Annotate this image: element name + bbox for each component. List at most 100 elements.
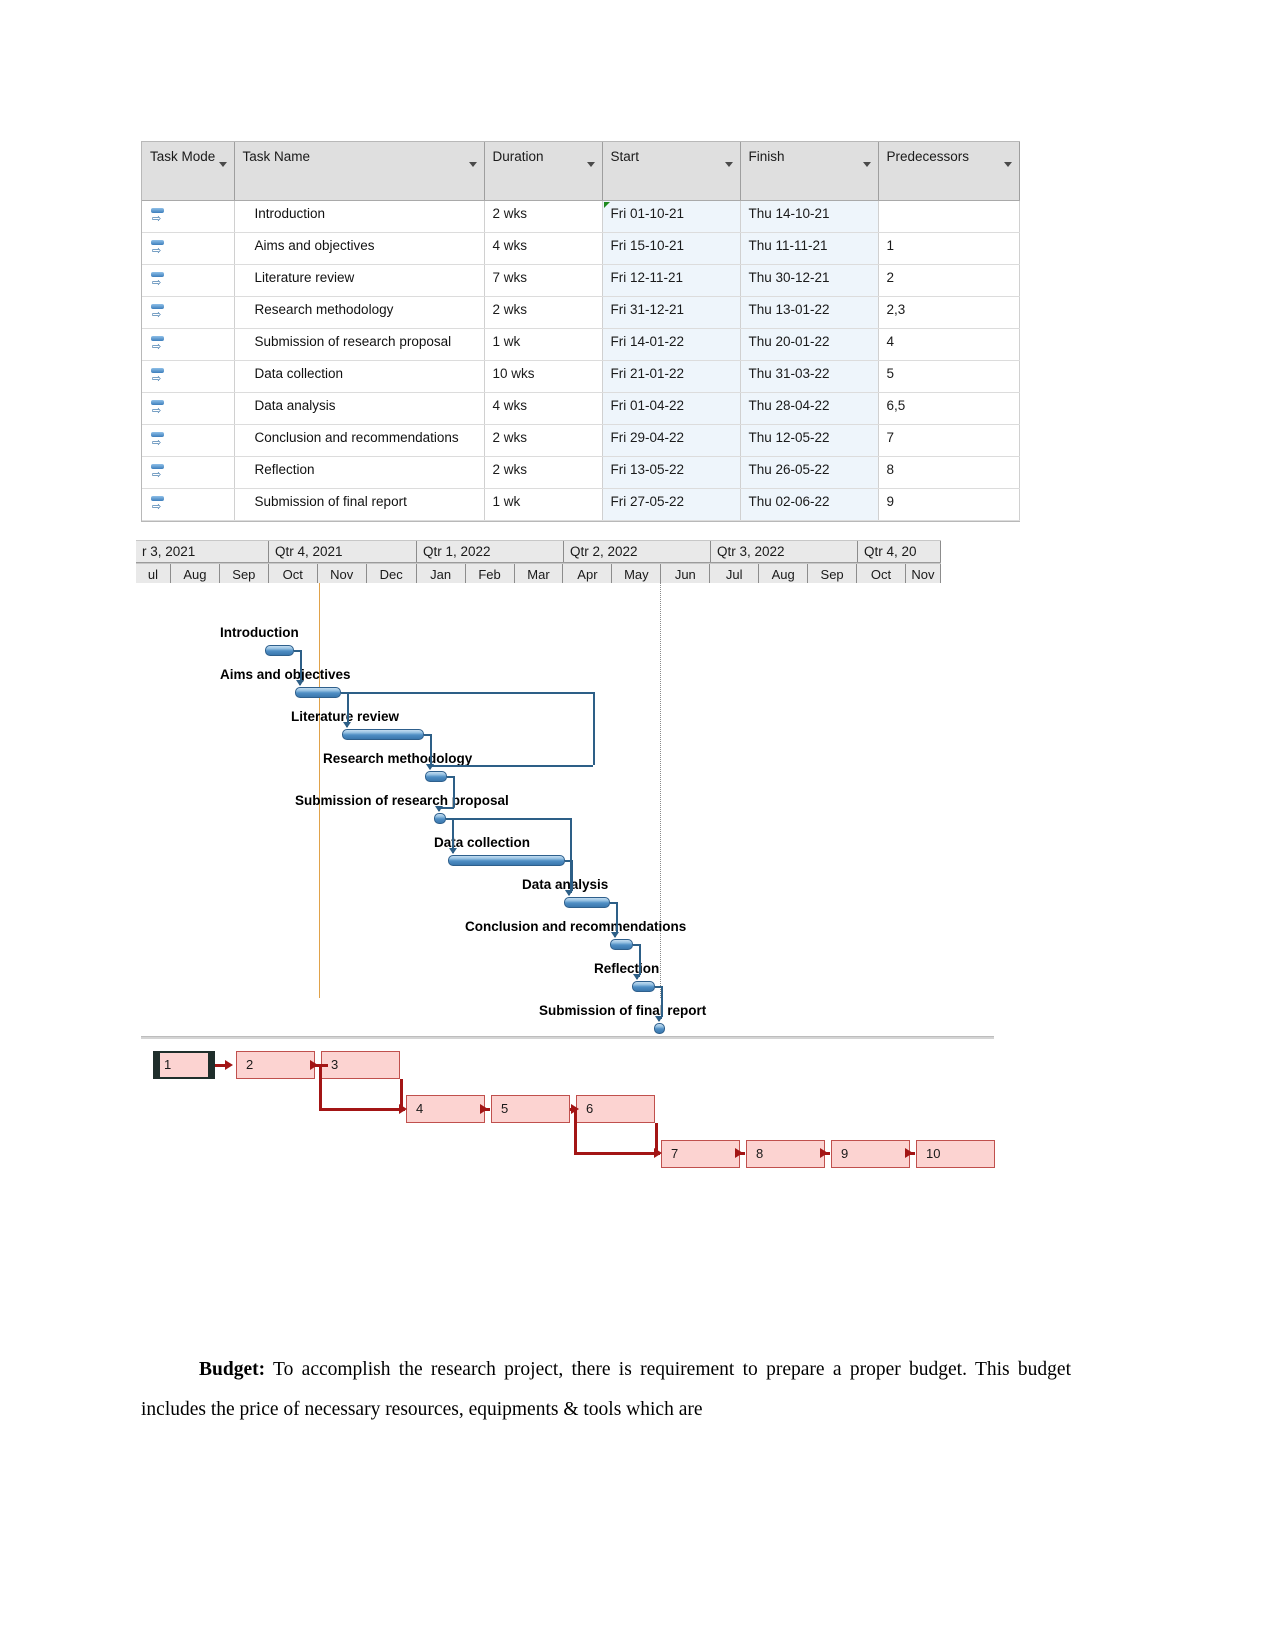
cell-task-mode[interactable]: ⇨ [142,328,235,361]
column-header-task-name[interactable]: Task Name [234,142,485,201]
column-header-start[interactable]: Start [602,142,741,201]
cell-duration[interactable]: 2 wks [484,296,603,329]
cell-duration[interactable]: 7 wks [484,264,603,297]
network-node[interactable]: 2 [236,1051,315,1079]
filter-dropdown-icon[interactable] [218,162,227,167]
network-node[interactable]: 9 [831,1140,910,1168]
cell-task-name[interactable]: Submission of research proposal [234,328,485,361]
column-header-task-mode[interactable]: Task Mode [142,142,235,201]
cell-task-name[interactable]: Introduction [234,200,485,233]
cell-duration[interactable]: 10 wks [484,360,603,393]
cell-finish[interactable]: Thu 02-06-22 [740,488,879,521]
column-header-predecessors[interactable]: Predecessors [878,142,1020,201]
cell-predecessors[interactable]: 9 [878,488,1020,521]
cell-task-name[interactable]: Reflection [234,456,485,489]
cell-task-mode[interactable]: ⇨ [142,200,235,233]
network-node[interactable]: 3 [321,1051,400,1079]
table-row[interactable]: ⇨ Conclusion and recommendations 2 wks Fri … [142,424,1020,457]
table-row[interactable]: ⇨ Submission of final report 1 wk Fri 27-05… [142,488,1020,521]
cell-predecessors[interactable]: 1 [878,232,1020,265]
cell-finish[interactable]: Thu 11-11-21 [740,232,879,265]
gantt-bar[interactable] [265,645,294,656]
filter-dropdown-icon[interactable] [468,162,477,167]
cell-duration[interactable]: 4 wks [484,392,603,425]
cell-start[interactable]: Fri 27-05-22 [602,488,741,521]
column-header-duration[interactable]: Duration [484,142,603,201]
cell-predecessors[interactable]: 6,5 [878,392,1020,425]
cell-task-name[interactable]: Literature review [234,264,485,297]
cell-start[interactable]: Fri 31-12-21 [602,296,741,329]
table-row[interactable]: ⇨ Introduction 2 wks Fri 01-10-21 Thu 14-10-… [142,200,1020,233]
filter-dropdown-icon[interactable] [862,162,871,167]
cell-task-mode[interactable]: ⇨ [142,488,235,521]
cell-task-name[interactable]: Conclusion and recommendations [234,424,485,457]
cell-task-name[interactable]: Aims and objectives [234,232,485,265]
cell-start[interactable]: Fri 29-04-22 [602,424,741,457]
cell-predecessors[interactable]: 2,3 [878,296,1020,329]
cell-duration[interactable]: 1 wk [484,488,603,521]
network-node[interactable]: 10 [916,1140,995,1168]
gantt-bar[interactable] [425,771,447,782]
network-node[interactable]: 4 [406,1095,485,1123]
cell-duration[interactable]: 2 wks [484,200,603,233]
cell-finish[interactable]: Thu 14-10-21 [740,200,879,233]
network-node[interactable]: 1 [153,1051,215,1079]
filter-dropdown-icon[interactable] [724,162,733,167]
cell-task-name[interactable]: Submission of final report [234,488,485,521]
cell-duration[interactable]: 1 wk [484,328,603,361]
cell-task-mode[interactable]: ⇨ [142,232,235,265]
cell-task-mode[interactable]: ⇨ [142,296,235,329]
cell-task-mode[interactable]: ⇨ [142,264,235,297]
network-node[interactable]: 7 [661,1140,740,1168]
cell-task-name[interactable]: Research methodology [234,296,485,329]
cell-predecessors[interactable]: 2 [878,264,1020,297]
cell-finish[interactable]: Thu 20-01-22 [740,328,879,361]
table-row[interactable]: ⇨ Submission of research proposal 1 wk Fri … [142,328,1020,361]
gantt-bar[interactable] [434,813,446,824]
cell-predecessors[interactable]: 7 [878,424,1020,457]
network-node[interactable]: 5 [491,1095,570,1123]
network-node[interactable]: 6 [576,1095,655,1123]
filter-dropdown-icon[interactable] [586,162,595,167]
cell-duration[interactable]: 2 wks [484,456,603,489]
cell-start[interactable]: Fri 01-10-21 [602,200,741,233]
cell-start[interactable]: Fri 12-11-21 [602,264,741,297]
cell-start[interactable]: Fri 13-05-22 [602,456,741,489]
cell-finish[interactable]: Thu 28-04-22 [740,392,879,425]
gantt-bar[interactable] [610,939,633,950]
table-row[interactable]: ⇨ Research methodology 2 wks Fri 31-12-21 Th… [142,296,1020,329]
gantt-bar[interactable] [342,729,424,740]
cell-task-mode[interactable]: ⇨ [142,424,235,457]
cell-task-mode[interactable]: ⇨ [142,360,235,393]
gantt-bar[interactable] [564,897,610,908]
table-row[interactable]: ⇨ Data analysis 4 wks Fri 01-04-22 Thu 28-04… [142,392,1020,425]
cell-task-mode[interactable]: ⇨ [142,392,235,425]
table-row[interactable]: ⇨ Literature review 7 wks Fri 12-11-21 Thu 3… [142,264,1020,297]
table-row[interactable]: ⇨ Data collection 10 wks Fri 21-01-22 Thu 31… [142,360,1020,393]
cell-finish[interactable]: Thu 26-05-22 [740,456,879,489]
cell-start[interactable]: Fri 15-10-21 [602,232,741,265]
filter-dropdown-icon[interactable] [1003,162,1012,167]
cell-predecessors[interactable] [878,200,1020,233]
network-node[interactable]: 8 [746,1140,825,1168]
cell-task-name[interactable]: Data collection [234,360,485,393]
cell-start[interactable]: Fri 21-01-22 [602,360,741,393]
cell-finish[interactable]: Thu 13-01-22 [740,296,879,329]
gantt-bar[interactable] [632,981,655,992]
gantt-bar[interactable] [295,687,341,698]
cell-task-name[interactable]: Data analysis [234,392,485,425]
cell-finish[interactable]: Thu 12-05-22 [740,424,879,457]
cell-start[interactable]: Fri 01-04-22 [602,392,741,425]
cell-duration[interactable]: 4 wks [484,232,603,265]
gantt-bar[interactable] [654,1023,665,1034]
cell-task-mode[interactable]: ⇨ [142,456,235,489]
cell-start[interactable]: Fri 14-01-22 [602,328,741,361]
column-header-finish[interactable]: Finish [740,142,879,201]
cell-predecessors[interactable]: 4 [878,328,1020,361]
cell-duration[interactable]: 2 wks [484,424,603,457]
table-row[interactable]: ⇨ Aims and objectives 4 wks Fri 15-10-21 Thu… [142,232,1020,265]
cell-finish[interactable]: Thu 31-03-22 [740,360,879,393]
table-row[interactable]: ⇨ Reflection 2 wks Fri 13-05-22 Thu 26-05-22… [142,456,1020,489]
cell-finish[interactable]: Thu 30-12-21 [740,264,879,297]
cell-predecessors[interactable]: 5 [878,360,1020,393]
